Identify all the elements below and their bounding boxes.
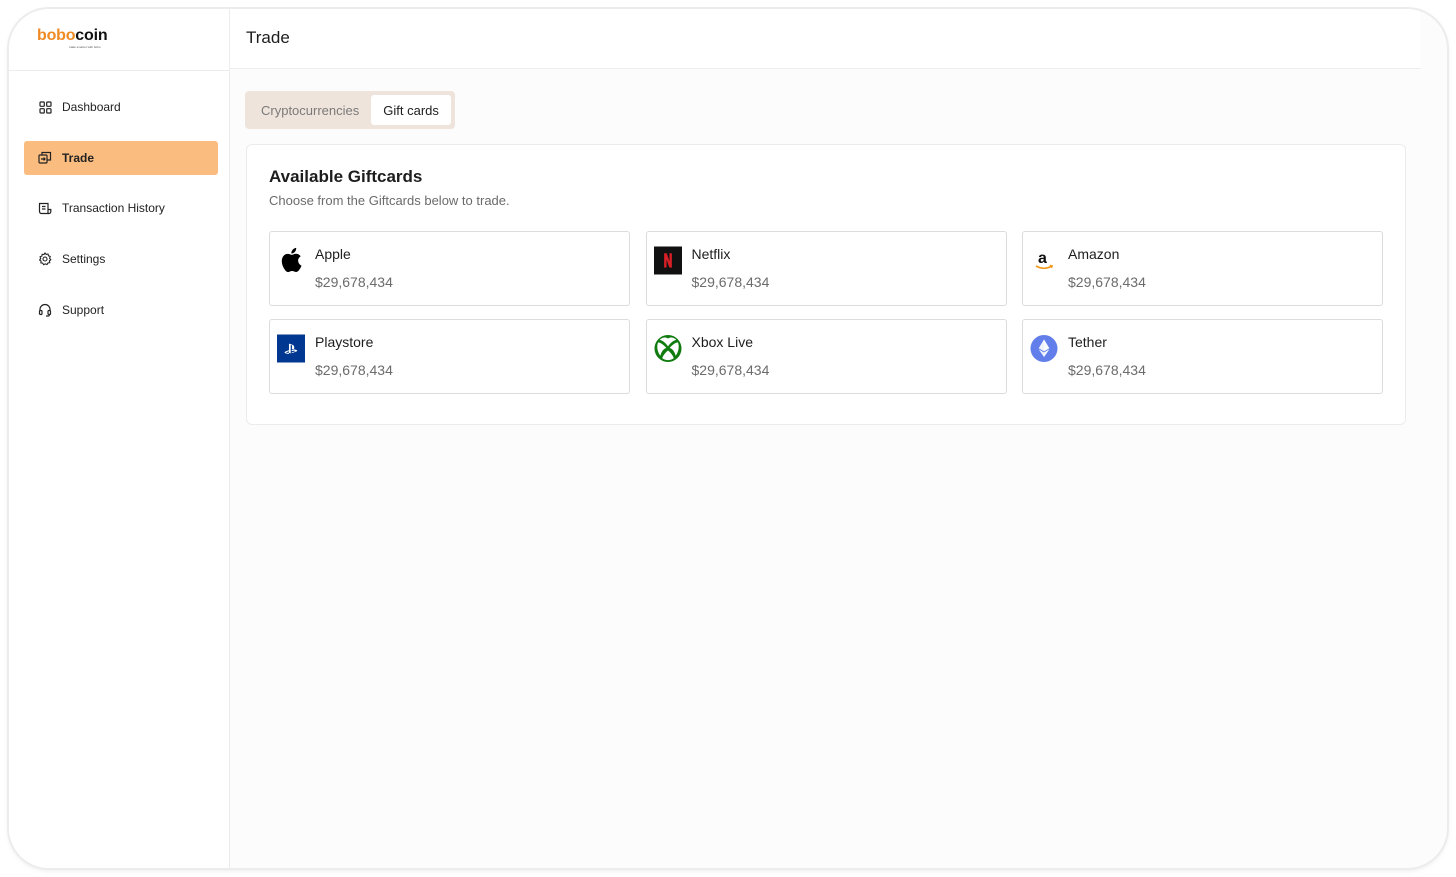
- giftcard-amount: $29,678,434: [1068, 274, 1146, 290]
- exchange-icon: [38, 151, 52, 165]
- giftcard-name: Tether: [1068, 334, 1107, 350]
- logo-tagline: trade smarter with bobo: [69, 45, 101, 49]
- amazon-icon: a: [1030, 246, 1058, 274]
- giftcard-name: Playstore: [315, 334, 374, 350]
- app-logo[interactable]: bobocoin trade smarter with bobo: [37, 27, 108, 51]
- panel-subtitle: Choose from the Giftcards below to trade…: [269, 193, 510, 208]
- apple-icon: [277, 246, 305, 274]
- giftcard-grid: Apple $29,678,434 Netflix $29,678,434 a …: [269, 231, 1383, 394]
- giftcard-amazon[interactable]: a Amazon $29,678,434: [1022, 231, 1383, 306]
- giftcard-name: Apple: [315, 246, 351, 262]
- giftcard-name: Xbox Live: [691, 334, 753, 350]
- divider: [9, 70, 230, 71]
- receipt-icon: [38, 201, 52, 215]
- giftcard-name: Amazon: [1068, 246, 1120, 262]
- sidebar-item-label: Trade: [62, 150, 95, 165]
- giftcard-xbox-live[interactable]: Xbox Live $29,678,434: [645, 319, 1007, 394]
- panel-title: Available Giftcards: [269, 167, 423, 186]
- giftcard-tether[interactable]: Tether $29,678,434: [1022, 319, 1383, 394]
- app-window: bobocoin trade smarter with bobo Dashboa…: [9, 9, 1447, 868]
- tab-switcher: Cryptocurrencies Gift cards: [245, 91, 455, 129]
- tab-cryptocurrencies[interactable]: Cryptocurrencies: [249, 95, 371, 125]
- sidebar-item-trade[interactable]: Trade: [24, 140, 218, 175]
- giftcard-apple[interactable]: Apple $29,678,434: [269, 231, 630, 306]
- sidebar: bobocoin trade smarter with bobo Dashboa…: [9, 9, 230, 868]
- giftcards-panel: Available Giftcards Choose from the Gift…: [246, 144, 1406, 425]
- page-title: Trade: [246, 28, 290, 47]
- giftcard-playstore[interactable]: Playstore $29,678,434: [269, 319, 630, 394]
- sidebar-item-transaction-history[interactable]: Transaction History: [24, 191, 218, 225]
- grid-icon: [38, 100, 52, 114]
- sidebar-item-label: Dashboard: [62, 100, 121, 114]
- giftcard-amount: $29,678,434: [691, 362, 770, 378]
- top-bar: Trade: [230, 9, 1420, 69]
- giftcard-amount: $29,678,434: [691, 274, 770, 290]
- sidebar-item-settings[interactable]: Settings: [24, 242, 218, 276]
- giftcard-netflix[interactable]: Netflix $29,678,434: [645, 231, 1007, 306]
- giftcard-name: Netflix: [691, 246, 731, 262]
- logo-text-part2: coin: [75, 27, 108, 44]
- logo-text-part1: bobo: [37, 27, 76, 44]
- giftcard-amount: $29,678,434: [315, 274, 393, 290]
- sidebar-item-label: Transaction History: [62, 201, 165, 216]
- playstation-icon: [277, 334, 305, 362]
- headset-icon: [38, 303, 52, 317]
- netflix-icon: [653, 246, 682, 274]
- tab-gift-cards[interactable]: Gift cards: [371, 95, 451, 125]
- ethereum-icon: [1030, 334, 1058, 362]
- main-content: Trade Cryptocurrencies Gift cards Availa…: [230, 9, 1447, 868]
- sidebar-item-label: Support: [62, 302, 105, 317]
- sidebar-item-label: Settings: [62, 252, 106, 267]
- svg-text:a: a: [1038, 250, 1047, 267]
- sidebar-item-dashboard[interactable]: Dashboard: [24, 90, 218, 124]
- giftcard-amount: $29,678,434: [1068, 362, 1146, 378]
- sidebar-item-support[interactable]: Support: [24, 293, 218, 327]
- gear-icon: [38, 252, 52, 266]
- xbox-icon: [653, 334, 682, 362]
- giftcard-amount: $29,678,434: [315, 362, 393, 378]
- sidebar-nav: Dashboard Trade Transaction History Sett…: [24, 90, 218, 343]
